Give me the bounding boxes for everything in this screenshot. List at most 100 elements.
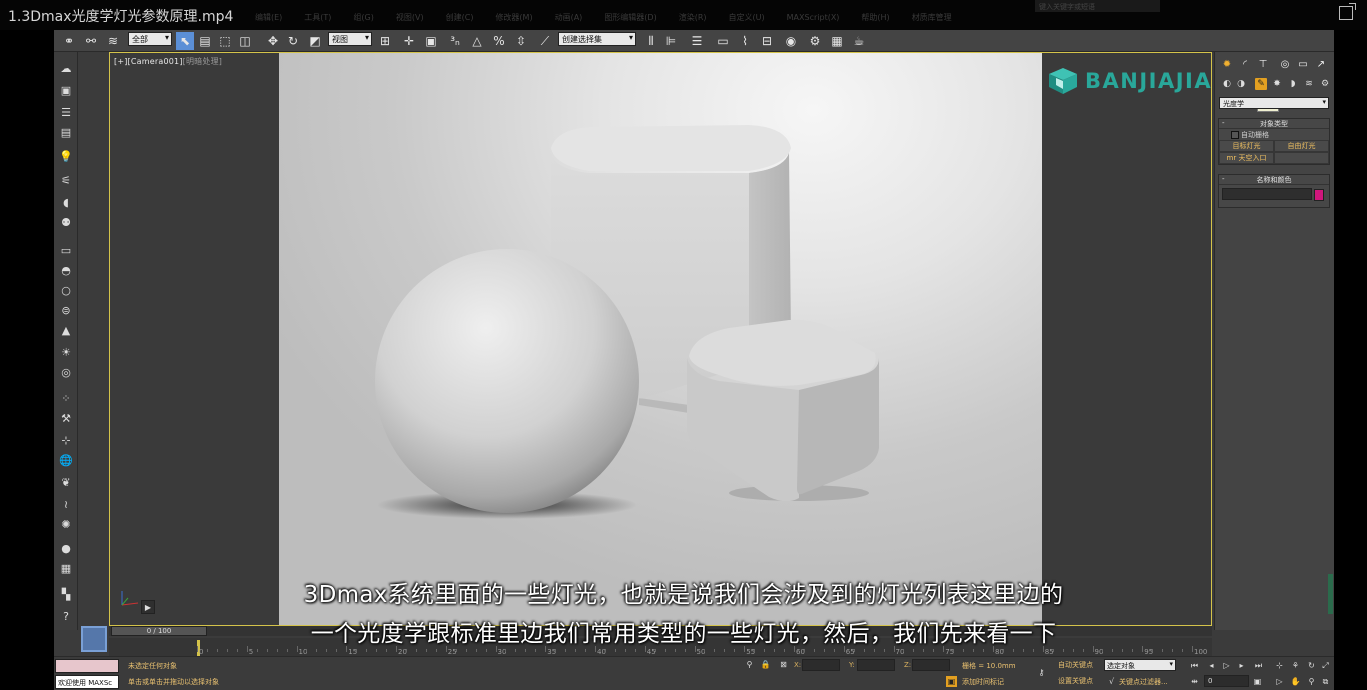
time-config-icon[interactable]: ▣ xyxy=(1252,676,1263,687)
menu-item[interactable]: 编辑(E) xyxy=(255,12,282,23)
people-icon[interactable]: ⚉ xyxy=(58,214,74,230)
key-icon[interactable]: ⚷ xyxy=(1036,667,1047,678)
zoom-all-icon[interactable]: ⚘ xyxy=(1290,660,1301,671)
pan-icon[interactable]: ✋ xyxy=(1290,676,1301,687)
menu-item[interactable]: 组(G) xyxy=(353,12,373,23)
render-teapot-icon[interactable]: ☕ xyxy=(850,32,868,50)
sphere-icon[interactable]: ○ xyxy=(58,282,74,298)
menu-item[interactable]: 自定义(U) xyxy=(729,12,765,23)
zoom-icon[interactable]: ⊹ xyxy=(1274,660,1285,671)
layer-manager-icon[interactable]: ☰ xyxy=(688,32,706,50)
percent-snap-icon[interactable]: % xyxy=(490,32,508,50)
light-bulb-icon[interactable]: 💡 xyxy=(58,148,74,164)
bind-spacewarp-icon[interactable]: ≋ xyxy=(104,32,122,50)
maximize-viewport-icon[interactable]: ⤢ xyxy=(1320,660,1331,671)
key-mode-select[interactable]: 选定对象 xyxy=(1104,659,1176,671)
unlink-icon[interactable]: ⚯ xyxy=(82,32,100,50)
next-frame-icon[interactable]: ▸ xyxy=(1236,660,1247,671)
window-crossing-icon[interactable]: ◫ xyxy=(236,32,254,50)
sound-icon[interactable]: ◖ xyxy=(58,194,74,210)
menu-item[interactable]: 修改器(M) xyxy=(495,12,532,23)
box-icon[interactable]: ▭ xyxy=(58,242,74,258)
hammer-icon[interactable]: ⚒ xyxy=(58,410,74,426)
keyboard-shortcut-icon[interactable]: ▣ xyxy=(422,32,440,50)
create-tab-icon[interactable]: ✹ xyxy=(1219,56,1235,72)
globe-icon[interactable]: 🌐 xyxy=(58,452,74,468)
go-to-end-icon[interactable]: ⏭ xyxy=(1253,660,1264,671)
modify-icon[interactable]: ▣ xyxy=(58,82,74,98)
rotate-icon[interactable]: ↻ xyxy=(284,32,302,50)
modify-tab-icon[interactable]: ◜ xyxy=(1237,56,1253,72)
material-ball-icon[interactable]: ● xyxy=(58,540,74,556)
rig-icon[interactable]: ⊹ xyxy=(58,432,74,448)
object-type-header[interactable]: - 对象类型 xyxy=(1219,119,1329,129)
mirror-icon[interactable]: ⫴ xyxy=(642,32,660,50)
named-selection-select[interactable]: 创建选择集 xyxy=(558,32,636,46)
key-filter-icon[interactable]: √ xyxy=(1106,676,1117,687)
material-editor-icon[interactable]: ◉ xyxy=(782,32,800,50)
select-object-icon[interactable]: ⬉ xyxy=(176,32,194,50)
set-key-button[interactable]: 设置关键点 xyxy=(1058,676,1093,686)
maxscript-mini-listener[interactable]: 欢迎使用 MAXSc xyxy=(55,675,119,689)
sky-icon[interactable]: ◎ xyxy=(58,364,74,380)
isolate-icon[interactable]: ⚲ xyxy=(744,659,755,670)
spacewarps-icon[interactable]: ≋ xyxy=(1303,78,1315,90)
viewport-label[interactable]: [+][Camera001][明暗处理] xyxy=(114,56,222,67)
cloth-icon[interactable]: ✺ xyxy=(58,516,74,532)
search-input[interactable]: 键入关键字或短语 xyxy=(1035,0,1160,12)
viewport-shading-label[interactable]: [明暗处理] xyxy=(183,57,222,66)
selection-filter-select[interactable]: 全部 xyxy=(128,32,172,46)
menu-item[interactable]: 动画(A) xyxy=(555,12,583,23)
auto-key-button[interactable]: 自动关键点 xyxy=(1058,660,1093,670)
maxscript-listener[interactable] xyxy=(55,659,119,673)
min-max-toggle-icon[interactable]: ⧉ xyxy=(1320,676,1331,687)
light-category-select[interactable]: 光度学 xyxy=(1219,97,1329,109)
menu-item[interactable]: MAXScript(X) xyxy=(787,13,840,22)
schematic-view-icon[interactable]: ⊟ xyxy=(758,32,776,50)
align-icon[interactable]: ⊫ xyxy=(662,32,680,50)
layer-icon[interactable]: ▤ xyxy=(58,124,74,140)
cone-icon[interactable]: ▲ xyxy=(58,322,74,338)
camera-viewport[interactable]: [+][Camera001][明暗处理] ▶ xyxy=(109,52,1212,626)
motion-tab-icon[interactable]: ◎ xyxy=(1277,56,1293,72)
go-to-start-icon[interactable]: ⏮ xyxy=(1189,660,1200,671)
rendered-frame-icon[interactable]: ▦ xyxy=(828,32,846,50)
y-coord-field[interactable] xyxy=(857,659,895,671)
previous-frame-icon[interactable]: ◂ xyxy=(1206,660,1217,671)
shapes-icon[interactable]: ◑ xyxy=(1235,78,1247,90)
move-icon[interactable]: ✥ xyxy=(264,32,282,50)
angle-snap-icon[interactable]: △ xyxy=(468,32,486,50)
current-frame-field[interactable]: 0 xyxy=(1204,675,1249,687)
absolute-mode-icon[interactable]: ⊠ xyxy=(778,659,789,670)
utilities-tab-icon[interactable]: ↗ xyxy=(1313,56,1329,72)
object-name-field[interactable] xyxy=(1222,188,1312,200)
mr-sky-portal-button[interactable]: mr 天空入口 xyxy=(1219,152,1274,164)
free-light-button[interactable]: 自由灯光 xyxy=(1274,140,1329,152)
lock-icon[interactable]: 🔒 xyxy=(760,659,771,670)
name-color-header[interactable]: - 名称和颜色 xyxy=(1219,175,1329,185)
auto-grid-checkbox[interactable]: 自动栅格 xyxy=(1219,129,1329,140)
particles-icon[interactable]: ⁘ xyxy=(58,390,74,406)
menu-item[interactable]: 帮助(H) xyxy=(861,12,889,23)
key-mode-icon[interactable]: ⇹ xyxy=(1189,676,1200,687)
orbit-icon[interactable]: ↻ xyxy=(1306,660,1317,671)
sun-icon[interactable]: ☀ xyxy=(58,344,74,360)
edit-named-sel-icon[interactable]: ⟋ xyxy=(536,32,554,50)
leaf-icon[interactable]: ❦ xyxy=(58,474,74,490)
lights-icon[interactable]: ✎ xyxy=(1255,78,1267,90)
render-setup-icon[interactable]: ⚙ xyxy=(806,32,824,50)
key-filters-button[interactable]: 关键点过滤器... xyxy=(1119,677,1168,687)
menu-item[interactable]: 渲染(R) xyxy=(679,12,707,23)
viewport-camera-label[interactable]: [+][Camera001] xyxy=(114,57,183,66)
target-light-button[interactable]: 目标灯光 xyxy=(1219,140,1274,152)
grid-icon[interactable]: ▦ xyxy=(58,560,74,576)
time-tag-icon[interactable]: ▣ xyxy=(946,676,957,687)
hemisphere-icon[interactable]: ◓ xyxy=(58,262,74,278)
rect-selection-icon[interactable]: ⬚ xyxy=(216,32,234,50)
snap-3d-icon[interactable]: ³ₙ xyxy=(446,32,464,50)
fov-icon[interactable]: ▷ xyxy=(1274,676,1285,687)
hair-icon[interactable]: ≀ xyxy=(58,496,74,512)
menu-item[interactable]: 工具(T) xyxy=(304,12,331,23)
link-icon[interactable]: ⚭ xyxy=(60,32,78,50)
helpers-icon[interactable]: ◗ xyxy=(1287,78,1299,90)
